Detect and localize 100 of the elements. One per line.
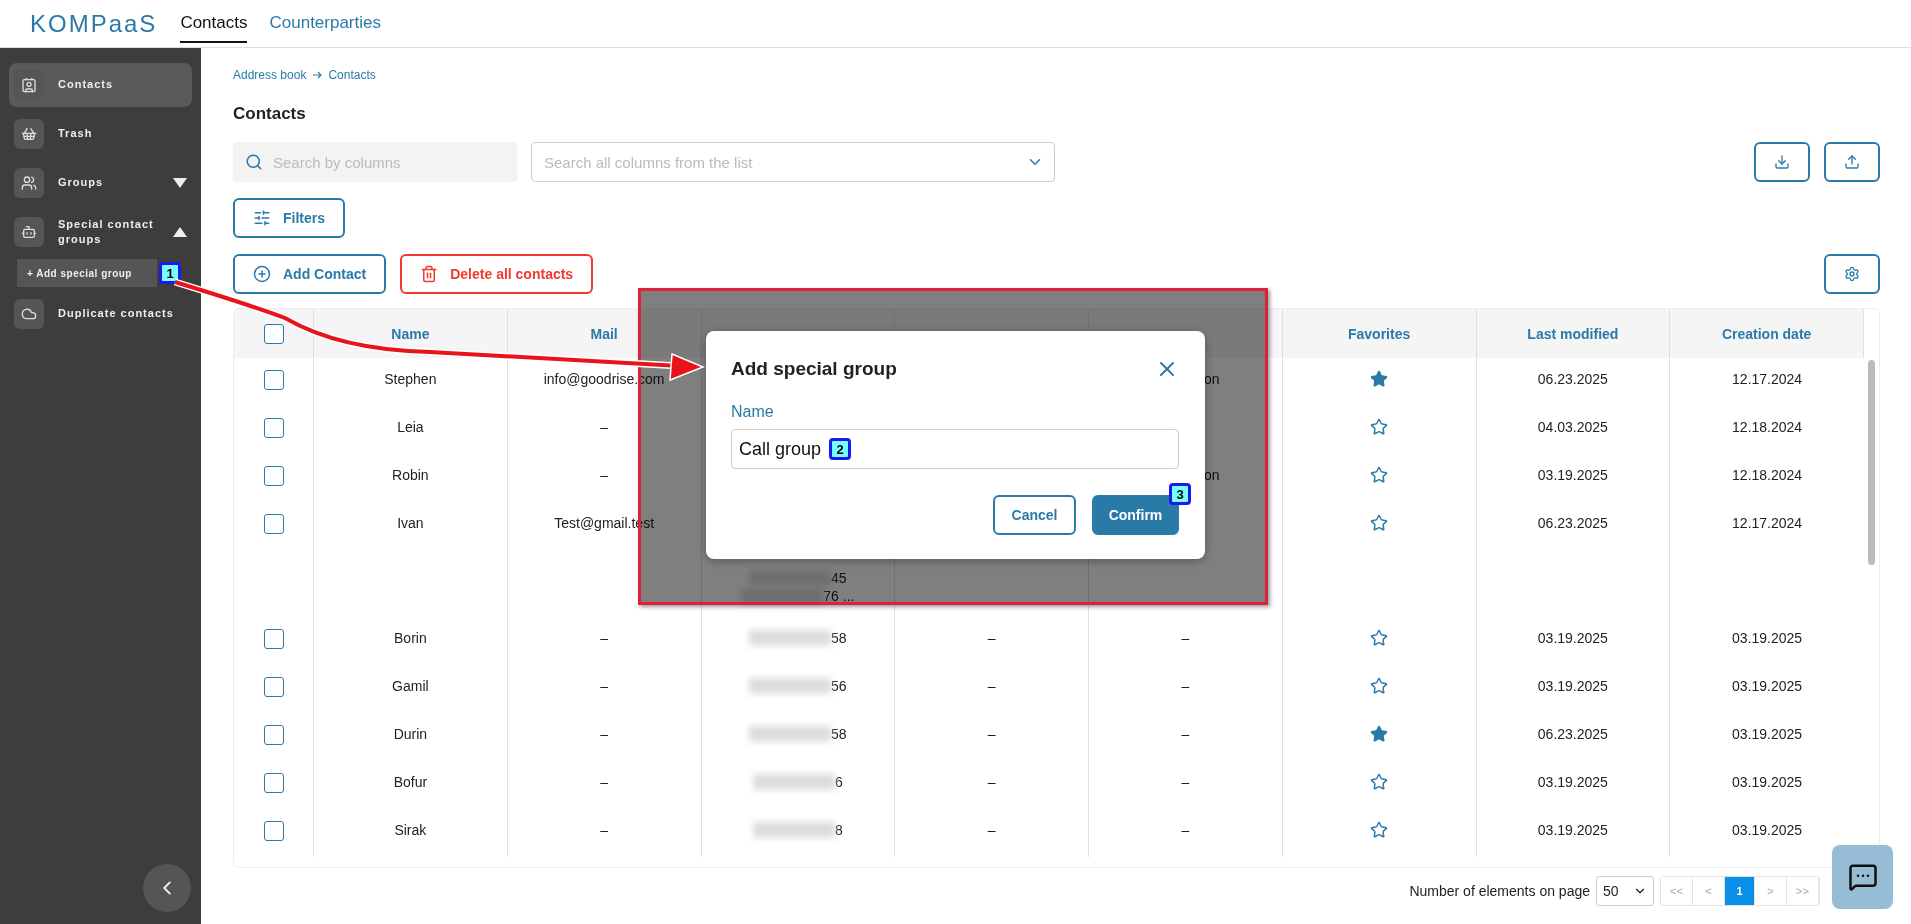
- table-cell: 03.19.2025: [1732, 629, 1803, 647]
- table-cell: –: [600, 773, 608, 791]
- table-cell: Leia: [397, 418, 424, 436]
- delete-all-button[interactable]: Delete all contacts: [400, 254, 594, 294]
- column-search-field[interactable]: Search all columns from the list: [542, 152, 1026, 172]
- nav-tab[interactable]: Contacts: [180, 4, 248, 43]
- cloud-icon: [21, 306, 37, 322]
- add-contact-button[interactable]: Add Contact: [233, 254, 387, 294]
- table-cell: 8: [834, 821, 843, 839]
- table-cell: Robin: [392, 466, 429, 484]
- star-icon[interactable]: [1370, 677, 1389, 695]
- table-cell: –: [987, 725, 996, 743]
- nav-tab[interactable]: Counterparties: [269, 4, 381, 43]
- checkbox[interactable]: [263, 370, 284, 390]
- caret-icon[interactable]: [173, 178, 187, 188]
- sidebar-item[interactable]: Groups: [9, 161, 192, 205]
- search-bar[interactable]: Search by columns: [233, 142, 517, 182]
- filters-button[interactable]: Filters: [233, 198, 345, 238]
- robot-icon: [21, 224, 37, 240]
- field-label: Name: [731, 403, 775, 421]
- table-cell: –: [987, 629, 996, 647]
- star-icon[interactable]: [1370, 629, 1389, 647]
- table-cell: –: [1181, 725, 1190, 743]
- page-size-select[interactable]: 50: [1596, 876, 1654, 906]
- cancel-button[interactable]: Cancel: [993, 495, 1076, 535]
- name-field[interactable]: Call group 2: [731, 429, 1179, 469]
- sidebar-item[interactable]: Trash: [9, 112, 192, 156]
- table-cell: 03.19.2025: [1732, 677, 1803, 695]
- checkbox[interactable]: [263, 629, 284, 649]
- settings-icon: [1844, 266, 1860, 282]
- star-icon[interactable]: [1370, 418, 1389, 436]
- table-cell: –: [600, 466, 608, 484]
- table-cell: –: [600, 725, 608, 743]
- download-button[interactable]: [1754, 142, 1810, 182]
- table-cell: 12.18.2024: [1732, 466, 1803, 484]
- breadcrumb-link[interactable]: Address book: [233, 68, 307, 82]
- sidebar-item[interactable]: Special contact groups: [9, 210, 192, 254]
- column-header[interactable]: Last modified: [1476, 309, 1671, 358]
- search-field[interactable]: Search by columns: [271, 152, 505, 172]
- arrow-icon: [312, 70, 323, 80]
- table-cell: 06.23.2025: [1537, 514, 1608, 532]
- caret-icon[interactable]: [173, 227, 187, 237]
- add-special-group-button[interactable]: + Add special group: [17, 259, 157, 287]
- table-cell: –: [1181, 677, 1190, 695]
- sidebar-item[interactable]: Contacts: [9, 63, 192, 107]
- table-cell: 03.19.2025: [1537, 821, 1608, 839]
- table-cell: –: [600, 677, 608, 695]
- settings-button[interactable]: [1824, 254, 1880, 294]
- page-title: Contacts: [233, 104, 307, 124]
- table-cell: Stephen: [384, 370, 437, 388]
- checkbox[interactable]: [263, 821, 284, 841]
- page-button[interactable]: 1: [1725, 877, 1755, 905]
- column-header[interactable]: Favorites: [1282, 309, 1477, 358]
- checkbox[interactable]: [263, 725, 284, 745]
- table-cell: –: [987, 773, 996, 791]
- table-cell: Sirak: [394, 821, 427, 839]
- users-icon: [21, 175, 37, 191]
- checkbox[interactable]: [263, 677, 284, 697]
- upload-button[interactable]: [1824, 142, 1880, 182]
- table-cell: Bofur: [393, 773, 428, 791]
- column-header[interactable]: Creation date: [1670, 309, 1864, 358]
- star-icon[interactable]: [1370, 725, 1389, 743]
- checkbox[interactable]: [263, 514, 284, 534]
- table-cell: 56: [831, 677, 847, 695]
- chat-button[interactable]: [1832, 845, 1893, 909]
- table-cell: 03.19.2025: [1537, 466, 1608, 484]
- table-cell: 04.03.2025: [1537, 418, 1608, 436]
- table-cell: 03.19.2025: [1732, 821, 1803, 839]
- table-cell: 03.19.2025: [1537, 629, 1608, 647]
- table-cell: 06.23.2025: [1537, 725, 1608, 743]
- scrollbar[interactable]: [1868, 360, 1875, 565]
- breadcrumb-link[interactable]: Contacts: [328, 68, 376, 82]
- checkbox[interactable]: [263, 418, 284, 438]
- chat-icon: [1847, 862, 1878, 892]
- star-icon[interactable]: [1370, 514, 1389, 532]
- table-cell: 06.23.2025: [1537, 370, 1608, 388]
- table-cell: on: [1204, 466, 1220, 484]
- table-cell: 03.19.2025: [1732, 773, 1803, 791]
- table-cell: Durin: [393, 725, 428, 743]
- step-badge: 2: [829, 438, 851, 460]
- table-cell: –: [1181, 821, 1190, 839]
- dialog-title: Add special group: [731, 358, 897, 380]
- checkbox[interactable]: [263, 323, 284, 344]
- plus-circle-icon: [253, 265, 271, 283]
- column-select[interactable]: Search all columns from the list: [531, 142, 1055, 182]
- star-icon[interactable]: [1370, 821, 1389, 839]
- sidebar-item[interactable]: Duplicate contacts: [9, 292, 192, 336]
- star-icon[interactable]: [1370, 466, 1389, 484]
- column-header[interactable]: Mail: [507, 309, 702, 358]
- table-cell: Borin: [394, 629, 427, 647]
- checkbox[interactable]: [263, 773, 284, 793]
- logo: KOMPaaS: [30, 9, 158, 38]
- table-cell: 03.19.2025: [1732, 725, 1803, 743]
- table-cell: 03.19.2025: [1537, 773, 1608, 791]
- star-icon[interactable]: [1370, 370, 1389, 388]
- step-badge: 3: [1169, 483, 1191, 505]
- sliders-icon: [253, 209, 271, 227]
- table-cell: –: [987, 821, 996, 839]
- checkbox[interactable]: [263, 466, 284, 486]
- star-icon[interactable]: [1370, 773, 1389, 791]
